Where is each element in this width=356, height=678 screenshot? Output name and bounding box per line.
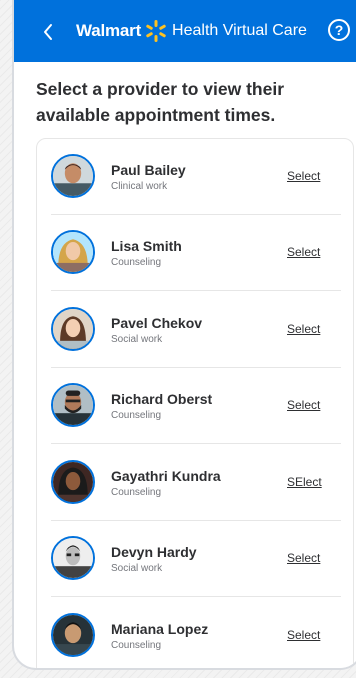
provider-list: Paul Bailey Clinical work Select Lisa Sm…	[36, 138, 354, 668]
app-header: Walmart Health Virtual Care ?	[14, 0, 356, 62]
provider-photo	[53, 615, 93, 655]
select-button[interactable]: Select	[287, 245, 320, 259]
provider-photo	[53, 156, 93, 196]
provider-photo	[53, 232, 93, 272]
provider-specialty: Social work	[111, 334, 163, 345]
select-button[interactable]: SElect	[287, 475, 322, 489]
provider-specialty: Counseling	[111, 410, 162, 421]
avatar	[51, 307, 95, 351]
avatar	[51, 460, 95, 504]
provider-photo	[53, 538, 93, 578]
chevron-left-icon[interactable]	[36, 18, 60, 46]
provider-specialty: Counseling	[111, 487, 162, 498]
select-button[interactable]: Select	[287, 169, 320, 183]
provider-name: Devyn Hardy	[111, 544, 197, 560]
provider-specialty: Counseling	[111, 640, 162, 651]
spark-icon	[146, 20, 166, 42]
select-button[interactable]: Select	[287, 398, 320, 412]
chevron-left-icon-graphic	[44, 24, 52, 40]
provider-row: Lisa Smith Counseling Select	[51, 215, 341, 291]
provider-name: Gayathri Kundra	[111, 468, 221, 484]
page-title: Select a provider to view their availabl…	[36, 79, 284, 125]
provider-row: Devyn Hardy Social work Select	[51, 521, 341, 597]
app-screen: Walmart Health Virtual Care ? Select a p…	[12, 0, 356, 670]
provider-photo	[53, 462, 93, 502]
provider-specialty: Counseling	[111, 257, 162, 268]
avatar	[51, 383, 95, 427]
provider-photo	[53, 385, 93, 425]
provider-row: Gayathri Kundra Counseling SElect	[51, 445, 341, 521]
provider-name: Mariana Lopez	[111, 621, 209, 637]
select-button[interactable]: Select	[287, 322, 320, 336]
service-title: Health Virtual Care	[172, 22, 307, 39]
provider-name: Lisa Smith	[111, 238, 182, 254]
provider-row: Mariana Lopez Counseling Select	[51, 598, 341, 668]
avatar	[51, 613, 95, 657]
avatar	[51, 230, 95, 274]
brand-lockup: Walmart Health Virtual Care	[76, 19, 307, 43]
select-button[interactable]: Select	[287, 551, 320, 565]
provider-specialty: Clinical work	[111, 181, 168, 192]
provider-name: Pavel Chekov	[111, 315, 203, 331]
avatar	[51, 536, 95, 580]
provider-row: Paul Bailey Clinical work Select	[51, 139, 341, 215]
question-circle-icon[interactable]: ?	[328, 19, 350, 41]
avatar	[51, 154, 95, 198]
brand-name: Walmart	[76, 21, 142, 40]
provider-row: Pavel Chekov Social work Select	[51, 292, 341, 368]
provider-row: Richard Oberst Counseling Select	[51, 368, 341, 444]
provider-specialty: Social work	[111, 563, 163, 574]
select-button[interactable]: Select	[287, 628, 320, 642]
provider-name: Richard Oberst	[111, 391, 213, 407]
provider-name: Paul Bailey	[111, 162, 186, 178]
provider-photo	[53, 309, 93, 349]
